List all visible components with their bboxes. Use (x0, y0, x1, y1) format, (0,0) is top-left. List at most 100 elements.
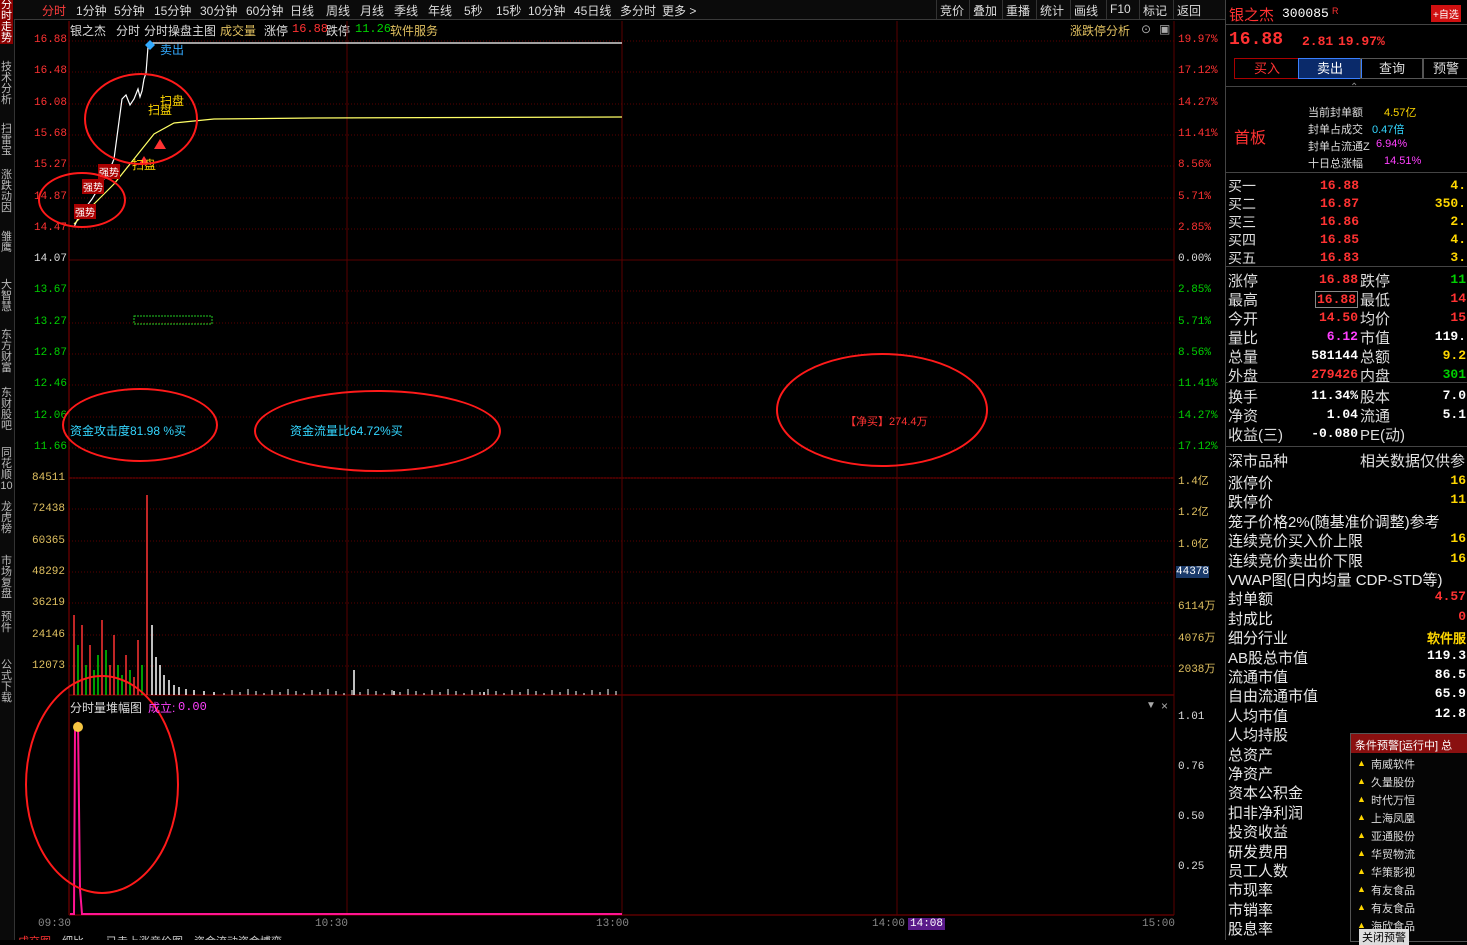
bid-price: 16.87 (1320, 196, 1360, 211)
left-tab[interactable]: 分时走势 (0, 0, 13, 44)
highlight-ellipse (254, 390, 501, 472)
price-tick-label: 13.27 (34, 315, 68, 328)
close-alert-button[interactable]: 关闭预警 (1359, 929, 1409, 945)
sell-tag: 卖出 (160, 43, 185, 57)
toolbar-button[interactable]: 返回 (1177, 2, 1201, 19)
stack-tick-label: 0.76 (1178, 761, 1205, 773)
add-watchlist-button[interactable]: +自选 (1431, 5, 1461, 22)
volume-tick-label: 12073 (32, 659, 66, 672)
period-tab[interactable]: 15秒 (496, 2, 521, 19)
stat-value: 15 (1450, 310, 1466, 325)
left-tab[interactable]: 涨跌动因 (0, 170, 13, 214)
toolbar-button[interactable]: 画线 (1074, 2, 1098, 19)
volume-tick-label: 84511 (32, 472, 66, 484)
bid-price: 16.85 (1320, 232, 1360, 247)
period-tab[interactable]: 15分钟 (154, 2, 191, 19)
period-toolbar: 分时 1分钟 5分钟 15分钟 30分钟 60分钟 日线 周线 月线 季线 年线 5秒 15秒 10分钟 4… (14, 0, 1225, 20)
chevron-down-icon[interactable]: ▼ (1146, 700, 1156, 711)
bottom-tab[interactable]: 竞价图 (150, 933, 183, 940)
period-tab[interactable]: 分时 (42, 2, 66, 19)
bottom-tab[interactable]: 已走上涨 (106, 933, 150, 940)
toolbar-button[interactable]: 叠加 (973, 2, 997, 19)
left-tab[interactable]: 扫雷宝 (0, 124, 13, 157)
alert-item[interactable]: 有友食品 (1371, 882, 1415, 898)
alert-item[interactable]: 华贸物流 (1371, 846, 1415, 862)
detail-value: 软件服 (1426, 632, 1466, 648)
sell-button[interactable]: 卖出 (1298, 58, 1362, 79)
period-tab[interactable]: 季线 (394, 2, 418, 19)
bid-label: 买四 (1228, 232, 1256, 248)
alert-item[interactable]: 久量股份 (1371, 774, 1415, 790)
left-tab[interactable]: 龙虎榜 (0, 502, 13, 535)
detail-label: AB股总市值 (1228, 649, 1309, 667)
close-icon[interactable]: × (1161, 699, 1168, 713)
toolbar-button[interactable]: F10 (1110, 2, 1131, 16)
query-button[interactable]: 查询 (1360, 58, 1424, 79)
bottom-tab[interactable]: 资金博弈 (238, 933, 282, 940)
time-tick-label: 14:00 (872, 918, 906, 930)
period-tab[interactable]: 10分钟 (528, 2, 565, 19)
left-tab[interactable]: 东方财富 (0, 330, 13, 374)
detail-value: 119.3 (1426, 647, 1466, 663)
left-tab[interactable]: 雏鹰 (0, 232, 13, 254)
bid-label: 买五 (1228, 250, 1256, 266)
period-tab[interactable]: 5秒 (464, 2, 483, 19)
left-tab[interactable]: 技术分析 (0, 62, 13, 106)
chart-svg (68, 21, 1175, 916)
left-vertical-tabs: 分时走势技术分析扫雷宝涨跌动因雏鹰大智慧东方财富东财股吧同花顺10 龙虎榜市场复盘… (0, 0, 15, 940)
period-tab[interactable]: 年线 (428, 2, 452, 19)
period-tab[interactable]: 月线 (360, 2, 384, 19)
toolbar-button[interactable]: 标记 (1143, 2, 1167, 19)
period-tab[interactable]: 45日线 (574, 2, 611, 19)
bid-price: 16.88 (1320, 178, 1360, 193)
period-tab[interactable]: 5分钟 (114, 2, 145, 19)
left-tab[interactable]: 市场复盘 (0, 556, 13, 600)
alert-item[interactable]: 华策影视 (1371, 864, 1415, 880)
alert-item[interactable]: 时代万恒 (1371, 792, 1415, 808)
period-tab[interactable]: 60分钟 (246, 2, 283, 19)
bottom-tab[interactable]: 资金流动 (194, 933, 238, 940)
detail-label: 自由流通市值 (1228, 688, 1319, 706)
period-tab[interactable]: 1分钟 (76, 2, 107, 19)
alert-item[interactable]: 上海凤凰 (1371, 810, 1415, 826)
bid-volume: 4. (1450, 178, 1466, 193)
stat-value: 16.88 (1314, 291, 1358, 308)
fin-value: 1.04 (1326, 407, 1358, 422)
detail-label: 连续竞价卖出价下限 (1228, 552, 1364, 570)
stat-value: 301 (1442, 367, 1466, 382)
alert-item[interactable]: 亚通股份 (1371, 828, 1415, 844)
period-tab[interactable]: 30分钟 (200, 2, 237, 19)
up-arrow-icon: ▲ (1357, 902, 1366, 912)
stat-value: 14 (1450, 291, 1466, 306)
pct-tick-label: 14.27% (1178, 409, 1218, 422)
detail-label: 市销率 (1228, 901, 1274, 919)
alert-item[interactable]: 南威软件 (1371, 756, 1415, 772)
period-tab[interactable]: 多分时 (620, 2, 656, 19)
left-tab[interactable]: 预件 (0, 612, 13, 634)
bottom-tab[interactable]: 成交图 (18, 933, 51, 940)
period-tab[interactable]: 更多 > (662, 2, 696, 19)
price-tick-label: 16.88 (34, 34, 68, 46)
quote-tag: R (1332, 6, 1339, 16)
bottom-tab[interactable]: 细比 (62, 933, 84, 940)
stat-value: 279426 (1311, 367, 1358, 382)
detail-label: 连续竞价买入价上限 (1228, 533, 1364, 551)
period-tab[interactable]: 周线 (326, 2, 350, 19)
left-tab[interactable]: 大智慧 (0, 280, 13, 313)
left-tab[interactable]: 东财股吧 (0, 388, 13, 432)
toolbar-button[interactable]: 竞价 (940, 2, 964, 19)
toolbar-button[interactable]: 统计 (1040, 2, 1064, 19)
left-tab[interactable]: 公式下载 (0, 660, 13, 704)
stat-value: 581144 (1311, 348, 1358, 363)
buy-button[interactable]: 买入 (1234, 58, 1300, 79)
fin-label: 换手 (1228, 389, 1259, 406)
left-tab[interactable]: 同花顺10 (0, 448, 13, 492)
detail-label: 扣非净利润 (1228, 804, 1304, 822)
stat-value: 14.50 (1318, 310, 1358, 325)
alert-item[interactable]: 有友食品 (1371, 900, 1415, 916)
chevron-up-icon[interactable]: ⌃ (1350, 82, 1358, 93)
period-tab[interactable]: 日线 (290, 2, 314, 19)
toolbar-button[interactable]: 重播 (1006, 2, 1030, 19)
up-arrow-icon: ▲ (1357, 794, 1366, 804)
alert-button[interactable]: 预警 (1422, 58, 1467, 79)
